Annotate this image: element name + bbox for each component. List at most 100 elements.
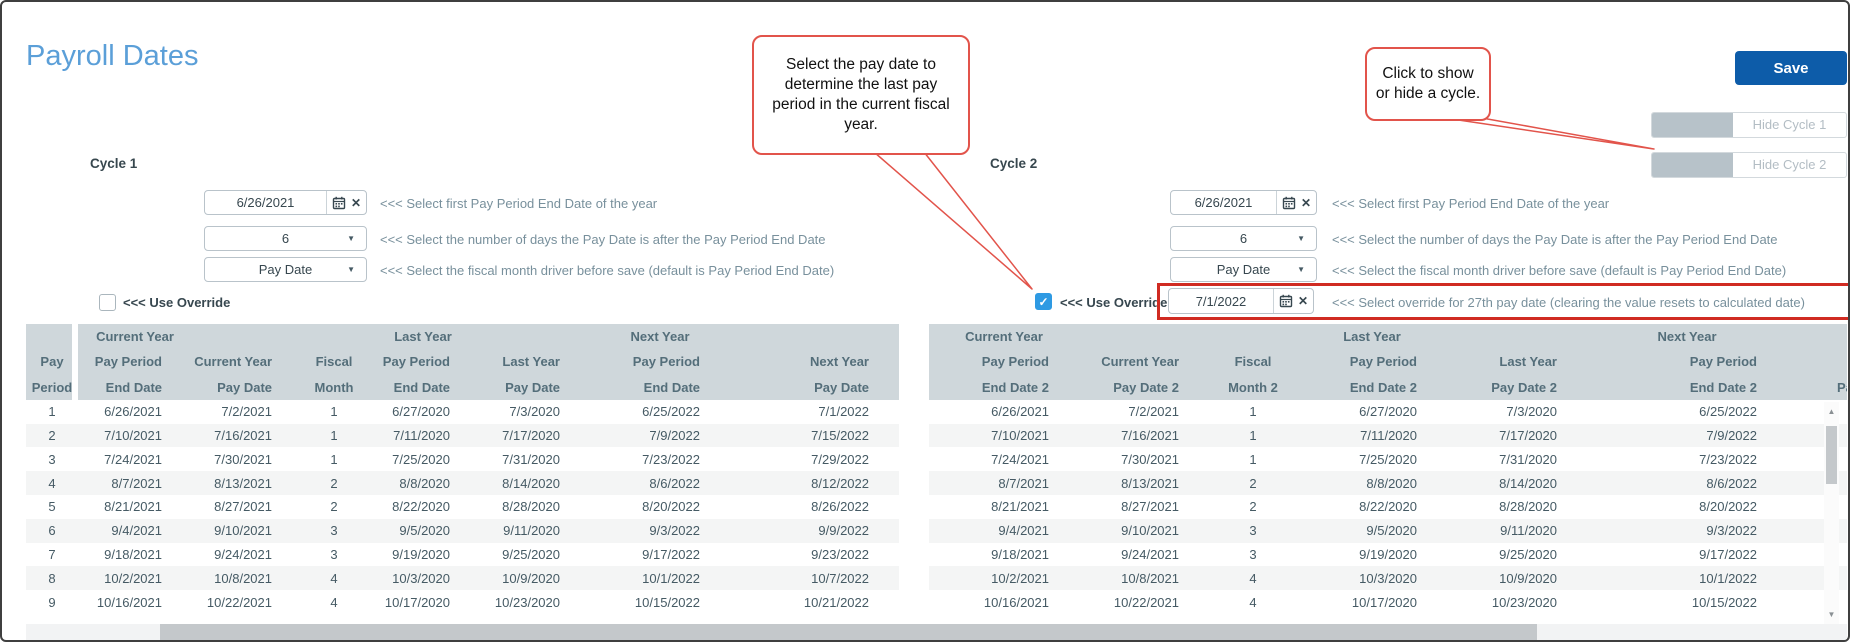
table-row[interactable]: 7/10/20217/16/202117/11/20207/17/20207/9…	[929, 424, 1847, 448]
hide-cycle-1-button[interactable]: Hide Cycle 1	[1651, 112, 1847, 138]
header-cell: Pay	[26, 354, 78, 369]
cycle-1-days-after-select[interactable]: 6 ▼	[204, 226, 367, 251]
callout-hide-cycle-text: Click to show or hide a cycle.	[1375, 64, 1481, 104]
table-cell: 5	[26, 499, 78, 514]
table-cell: 7/10/2021	[929, 428, 1079, 443]
header-line-group: Current YearLast YearNext Year	[929, 324, 1847, 349]
table-cell: 9/24/2021	[1079, 547, 1209, 562]
table-cell: 10/8/2021	[192, 571, 302, 586]
table-cell: 7/9/2022	[1587, 428, 1787, 443]
table-cell: 10/7/2022	[730, 571, 899, 586]
table-cell: 1	[302, 404, 366, 419]
table-cell: 9/5/2020	[1297, 523, 1447, 538]
header-cell: Pay Date 2	[1447, 380, 1587, 395]
table-row[interactable]: 48/7/20218/13/202128/8/20208/14/20208/6/…	[26, 471, 899, 495]
table-cell: 4	[302, 571, 366, 586]
cycle-2-use-override-checkbox[interactable]: ✓	[1035, 293, 1052, 310]
calendar-icon[interactable]	[332, 196, 346, 210]
table-row[interactable]: 10/16/202110/22/2021410/17/202010/23/202…	[929, 590, 1847, 614]
table-row[interactable]: 910/16/202110/22/2021410/17/202010/23/20…	[26, 590, 899, 614]
clear-date-icon[interactable]: ✕	[1301, 197, 1311, 209]
table-cell: 10/22/2021	[1079, 595, 1209, 610]
table-cell: 10/17/2020	[1297, 595, 1447, 610]
table-cell: 10/23/2020	[480, 595, 590, 610]
table-row[interactable]: 16/26/20217/2/202116/27/20207/3/20206/25…	[26, 400, 899, 424]
header-cell: End Date 2	[929, 380, 1079, 395]
table-cell: 7/25/2020	[366, 452, 480, 467]
table-cell: 6/27/2020	[366, 404, 480, 419]
table-row[interactable]: 27/10/20217/16/202117/11/20207/17/20207/…	[26, 424, 899, 448]
table-row[interactable]: 8/21/20218/27/202128/22/20208/28/20208/2…	[929, 495, 1847, 519]
cycle-2-fiscal-driver-select[interactable]: Pay Date ▼	[1170, 257, 1317, 282]
table-cell: 8/13/2021	[1079, 476, 1209, 491]
table-cell: 9/19/2020	[1297, 547, 1447, 562]
table-row[interactable]: 8/7/20218/13/202128/8/20208/14/20208/6/2…	[929, 471, 1847, 495]
hide-cycle-2-button[interactable]: Hide Cycle 2	[1651, 152, 1847, 178]
cycle-1-use-override-label: <<< Use Override	[123, 295, 230, 310]
scroll-up-icon[interactable]: ▲	[1824, 404, 1839, 419]
header-cell: Month 2	[1209, 380, 1297, 395]
table-row[interactable]: 9/18/20219/24/202139/19/20209/25/20209/1…	[929, 543, 1847, 567]
table-cell: 9/17/2022	[1587, 547, 1787, 562]
header-cell: Pay Period	[366, 354, 480, 369]
header-cell: Fiscal	[1209, 354, 1297, 369]
horizontal-scrollbar-thumb[interactable]	[160, 624, 1537, 640]
cycle-2-first-end-date-input[interactable]: 6/26/2021 ✕	[1170, 190, 1317, 215]
table-cell: 6/25/2022	[590, 404, 730, 419]
table-row[interactable]: 9/4/20219/10/202139/5/20209/11/20209/3/2…	[929, 519, 1847, 543]
hint-days-after: <<< Select the number of days the Pay Da…	[380, 232, 826, 247]
vertical-scrollbar[interactable]: ▲ ▼	[1824, 402, 1839, 624]
table-cell: 10/3/2020	[1297, 571, 1447, 586]
table-cell: 7/11/2020	[366, 428, 480, 443]
table-cell: 10/8/2021	[1079, 571, 1209, 586]
table-cell: 7/23/2022	[590, 452, 730, 467]
table-cell: 1	[26, 404, 78, 419]
clear-date-icon[interactable]: ✕	[351, 197, 361, 209]
header-cell: Pay Date 2	[1079, 380, 1209, 395]
table-cell: 10/15/2022	[1587, 595, 1787, 610]
cycle-1-use-override-checkbox[interactable]	[99, 294, 116, 311]
table-cell: 7/1/2022	[730, 404, 899, 419]
table-row[interactable]: 69/4/20219/10/202139/5/20209/11/20209/3/…	[26, 519, 899, 543]
table-row[interactable]: 58/21/20218/27/202128/22/20208/28/20208/…	[26, 495, 899, 519]
table-cell: 7/31/2020	[480, 452, 590, 467]
table-cell: 8/21/2021	[78, 499, 192, 514]
save-button[interactable]: Save	[1735, 51, 1847, 85]
header-cell: Next Year	[730, 354, 899, 369]
table-cell: 3	[302, 547, 366, 562]
header-cell: Pay Date 2	[1787, 380, 1847, 395]
table-cell: 10/16/2021	[929, 595, 1079, 610]
table-cell: 7/29/2022	[730, 452, 899, 467]
table-cell: 2	[1209, 499, 1297, 514]
cycle-1-fiscal-driver-select[interactable]: Pay Date ▼	[204, 257, 367, 282]
table-cell: 7/3/2020	[1447, 404, 1587, 419]
horizontal-scrollbar[interactable]	[26, 624, 1847, 640]
header-cell: Pay Period	[929, 354, 1079, 369]
pay-periods-table-cycle-2: Current YearLast YearNext Year Pay Period…	[929, 324, 1847, 614]
vertical-scrollbar-thumb[interactable]	[1826, 426, 1837, 484]
cycle-1-label: Cycle 1	[90, 156, 137, 171]
date-input-icon-group: ✕	[326, 191, 366, 214]
cycle-2-label: Cycle 2	[990, 156, 1037, 171]
table-row[interactable]: 6/26/20217/2/202116/27/20207/3/20206/25/…	[929, 400, 1847, 424]
cycle-2-override-date-input[interactable]: 7/1/2022 ✕	[1168, 288, 1314, 314]
table-row[interactable]: 7/24/20217/30/202117/25/20207/31/20207/2…	[929, 447, 1847, 471]
table-row[interactable]: 810/2/202110/8/2021410/3/202010/9/202010…	[26, 566, 899, 590]
table-row[interactable]: 79/18/20219/24/202139/19/20209/25/20209/…	[26, 543, 899, 567]
table-cell: 8/6/2022	[1587, 476, 1787, 491]
table-cell: 9/10/2021	[1079, 523, 1209, 538]
table-cell: 4	[26, 476, 78, 491]
table-header: Current YearLast YearNext Year Pay Period…	[929, 324, 1847, 400]
cycle-1-first-end-date-value: 6/26/2021	[205, 195, 326, 210]
cycle-2-days-after-select[interactable]: 6 ▼	[1170, 226, 1317, 251]
table-cell: 7/23/2022	[1587, 452, 1787, 467]
table-row[interactable]: 10/2/202110/8/2021410/3/202010/9/202010/…	[929, 566, 1847, 590]
table-cell: 8/6/2022	[590, 476, 730, 491]
scroll-down-icon[interactable]: ▼	[1824, 607, 1839, 622]
calendar-icon[interactable]	[1279, 294, 1293, 308]
calendar-icon[interactable]	[1282, 196, 1296, 210]
table-row[interactable]: 37/24/20217/30/202117/25/20207/31/20207/…	[26, 447, 899, 471]
clear-date-icon[interactable]: ✕	[1298, 295, 1308, 307]
cycle-1-first-end-date-input[interactable]: 6/26/2021 ✕	[204, 190, 367, 215]
cycle-2-override-date-value: 7/1/2022	[1169, 294, 1273, 309]
